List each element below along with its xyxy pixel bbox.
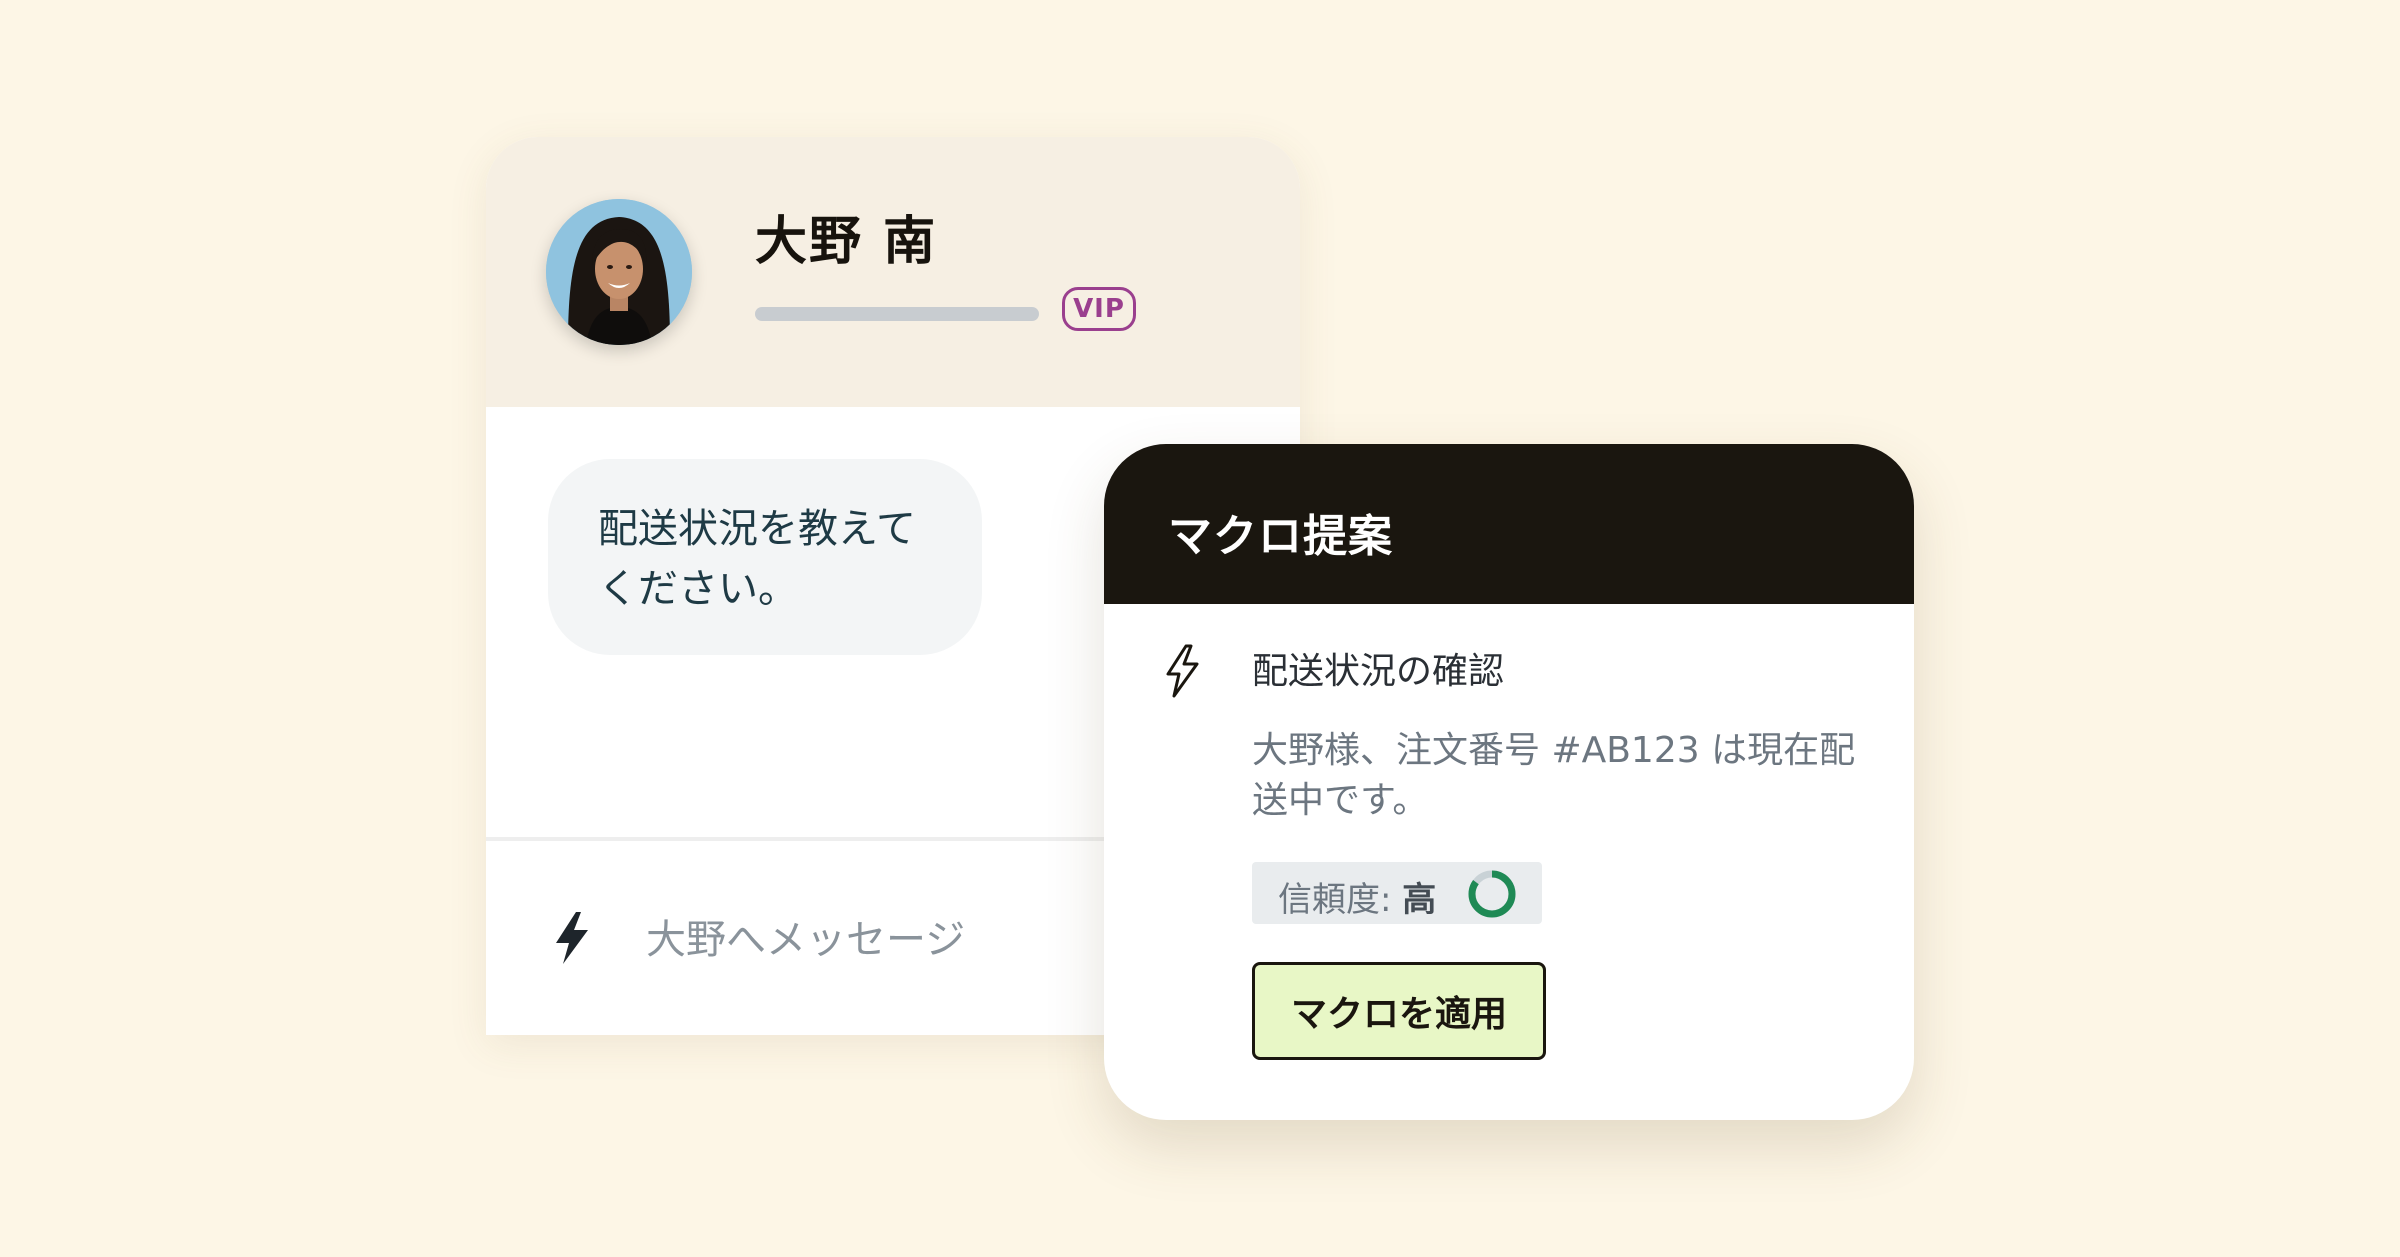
macro-panel-title: マクロ提案 bbox=[1168, 511, 1393, 562]
confidence-chip: 信頼度: 高 bbox=[1252, 862, 1542, 924]
macro-suggestion-card: マクロ提案 配送状況の確認 大野様、注文番号 #AB123 は現在配送中です。 … bbox=[1104, 444, 1914, 1120]
apply-macro-button[interactable]: マクロを適用 bbox=[1252, 962, 1546, 1060]
customer-message-bubble: 配送状況を教えてください。 bbox=[548, 459, 982, 655]
confidence-value: 高 bbox=[1402, 880, 1437, 920]
message-input[interactable]: 大野へメッセージ bbox=[646, 907, 965, 965]
customer-avatar[interactable] bbox=[546, 199, 692, 345]
macro-name: 配送状況の確認 bbox=[1252, 651, 1505, 692]
macro-preview-text: 大野様、注文番号 #AB123 は現在配送中です。 bbox=[1252, 730, 1856, 821]
avatar-portrait-icon bbox=[546, 199, 692, 345]
lightning-outline-icon bbox=[1166, 644, 1199, 698]
confidence-ring-icon bbox=[1468, 870, 1516, 918]
macro-panel-header: マクロ提案 bbox=[1104, 444, 1914, 604]
customer-name: 大野 南 bbox=[755, 212, 938, 272]
customer-header: 大野 南 VIP bbox=[486, 137, 1300, 407]
customer-subtitle-placeholder bbox=[755, 307, 1039, 321]
lightning-bolt-icon[interactable] bbox=[552, 911, 592, 965]
confidence-label: 信頼度: bbox=[1278, 880, 1392, 920]
vip-badge: VIP bbox=[1062, 287, 1136, 331]
